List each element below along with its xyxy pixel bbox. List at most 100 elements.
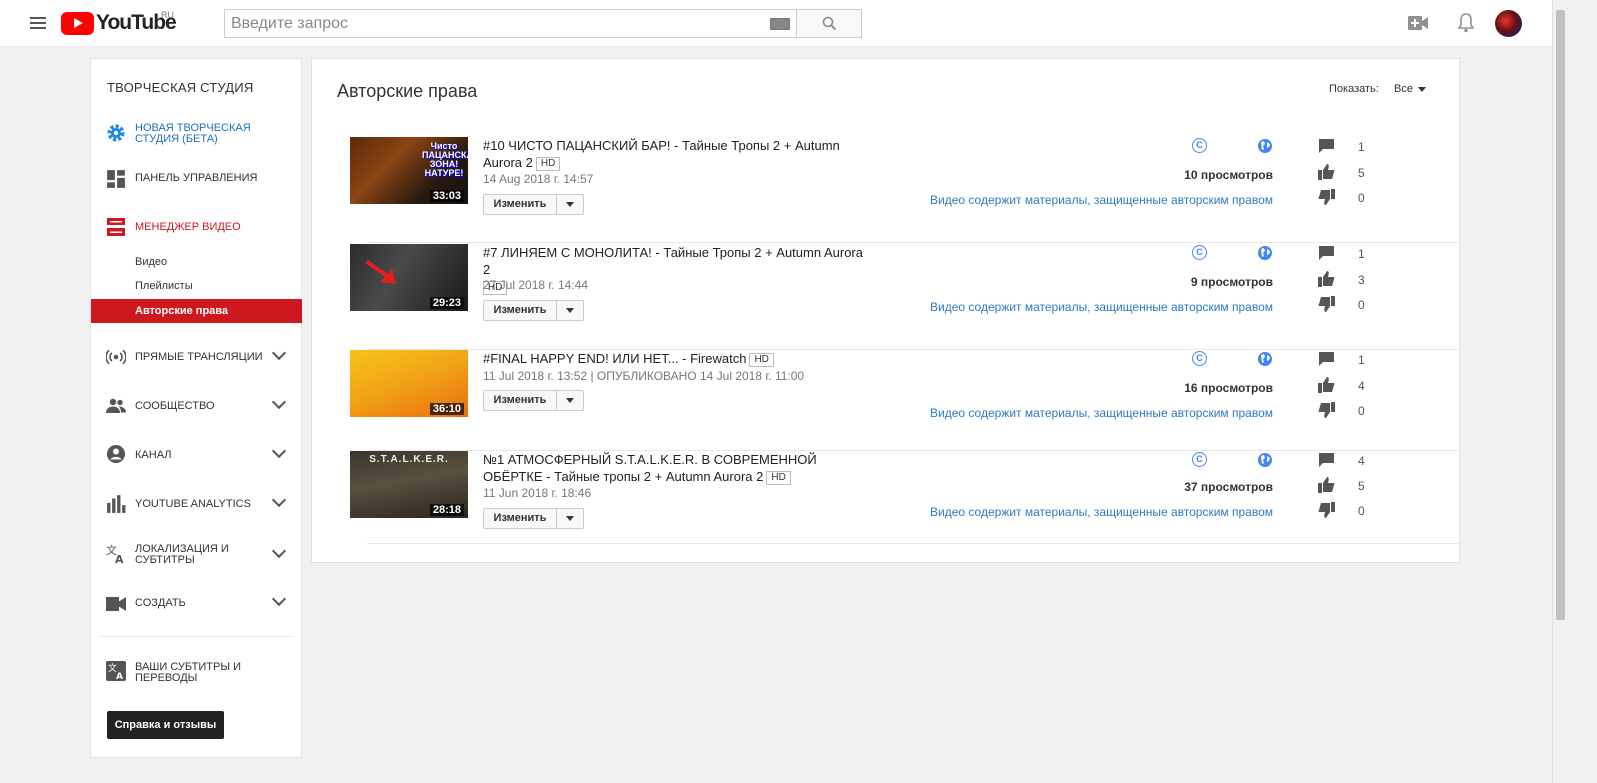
video-title-text: #7 ЛИНЯЕМ С МОНОЛИТА! - Тайные Тропы 2 +… (483, 245, 863, 277)
edit-button[interactable]: Изменить (483, 300, 584, 321)
thumbs-up-icon (1318, 271, 1335, 287)
hd-badge: HD (535, 157, 561, 171)
sidebar-subitem-playlists[interactable]: Плейлисты (135, 280, 193, 292)
edit-button[interactable]: Изменить (483, 390, 584, 411)
sidebar-item-label: СОЗДАТЬ (135, 597, 186, 609)
search-button[interactable] (796, 10, 861, 37)
dislike-count: 0 (1358, 298, 1365, 312)
video-date: 14 Aug 2018 г. 14:57 (483, 172, 594, 186)
sidebar: ТВОРЧЕСКАЯ СТУДИЯ НОВАЯ ТВОРЧЕСКАЯ СТУДИ… (90, 58, 302, 758)
gear-icon (107, 124, 125, 142)
analytics-icon (107, 495, 126, 513)
edit-dropdown-caret[interactable] (557, 391, 583, 410)
scrollbar[interactable] (1552, 0, 1567, 783)
create-icon (106, 597, 126, 611)
thumbnail-caption: S.T.A.L.K.E.R. (369, 454, 449, 465)
live-icon (106, 349, 126, 365)
copyright-icon[interactable]: C (1192, 351, 1207, 366)
video-thumbnail[interactable]: Чисто ПАЦАНСКАЯ ЗОНА! НАТУРЕ! 33:03 (350, 137, 468, 204)
globe-icon[interactable] (1257, 452, 1273, 468)
video-duration: 29:23 (429, 297, 464, 309)
logo-region: RU (161, 10, 174, 20)
sidebar-item-label: КАНАЛ (135, 449, 172, 461)
view-count: 9 просмотров (1190, 275, 1273, 289)
create-video-icon[interactable] (1408, 16, 1428, 30)
thumbs-down-icon (1318, 502, 1335, 518)
video-manager-icon (107, 218, 125, 236)
copyright-claim-link[interactable]: Видео содержит материалы, защищенные авт… (930, 505, 1273, 519)
sidebar-item-label: ЛОКАЛИЗАЦИЯ И СУБТИТРЫ (135, 543, 229, 566)
filter-value: Все (1394, 83, 1413, 95)
svg-text:A: A (115, 553, 124, 564)
copyright-icon[interactable]: C (1192, 452, 1207, 467)
edit-dropdown-caret[interactable] (557, 509, 583, 528)
filter-label: Показать: (1329, 83, 1379, 95)
help-feedback-button[interactable]: Справка и отзывы (107, 711, 224, 739)
copyright-claim-link[interactable]: Видео содержит материалы, защищенные авт… (930, 406, 1273, 420)
hd-badge: HD (749, 353, 774, 367)
video-title[interactable]: №1 АТМОСФЕРНЫЙ S.T.A.L.K.E.R. В СОВРЕМЕН… (483, 451, 873, 485)
copyright-icon[interactable]: C (1192, 245, 1207, 260)
red-arrow-icon (365, 260, 396, 284)
copyright-icon[interactable]: C (1192, 138, 1207, 153)
edit-button-label: Изменить (484, 301, 557, 320)
video-date: 27 Jul 2018 г. 14:44 (483, 278, 588, 292)
sidebar-item-new-studio[interactable]: НОВАЯ ТВОРЧЕСКАЯ СТУДИЯ (БЕТА) (91, 118, 301, 148)
row-divider (367, 543, 1459, 544)
video-duration: 33:03 (429, 190, 464, 202)
keyboard-icon[interactable] (770, 17, 790, 30)
sidebar-item-community[interactable]: СООБЩЕСТВО (91, 394, 301, 415)
dislike-count: 0 (1358, 404, 1365, 418)
video-duration: 36:10 (429, 403, 464, 415)
video-thumbnail[interactable]: 29:23 (350, 244, 468, 311)
view-count: 16 просмотров (1184, 381, 1273, 395)
main-panel: Авторские права Показать: Все Чисто ПАЦА… (311, 58, 1460, 563)
edit-button[interactable]: Изменить (483, 194, 584, 215)
globe-icon[interactable] (1257, 138, 1273, 154)
youtube-logo[interactable]: YouTube RU (61, 10, 177, 35)
video-title[interactable]: #FINAL HAPPY END! ИЛИ НЕТ... - Firewatch… (483, 350, 873, 367)
row-divider (367, 242, 1459, 243)
copyright-claim-link[interactable]: Видео содержит материалы, защищенные авт… (930, 300, 1273, 314)
globe-icon[interactable] (1257, 245, 1273, 261)
translate-icon: 文A (106, 544, 124, 564)
sidebar-item-create[interactable]: СОЗДАТЬ (91, 591, 301, 612)
search-icon (822, 16, 836, 31)
sidebar-item-label: YOUTUBE ANALYTICS (135, 498, 251, 510)
filter-dropdown[interactable]: Все (1394, 83, 1426, 95)
edit-dropdown-caret[interactable] (557, 301, 583, 320)
sidebar-item-your-subtitles[interactable]: 文A ВАШИ СУБТИТРЫ И ПЕРЕВОДЫ (91, 659, 301, 685)
thumbs-up-icon (1318, 477, 1335, 493)
video-title[interactable]: #10 ЧИСТО ПАЦАНСКИЙ БАР! - Тайные Тропы … (483, 137, 873, 171)
sidebar-item-localization[interactable]: 文A ЛОКАЛИЗАЦИЯ И СУБТИТРЫ (91, 541, 301, 567)
sidebar-subitem-videos[interactable]: Видео (135, 256, 167, 268)
bell-icon[interactable] (1458, 13, 1474, 33)
sidebar-item-label: СООБЩЕСТВО (135, 400, 215, 412)
avatar[interactable] (1495, 10, 1522, 37)
sidebar-divider (101, 636, 293, 637)
sidebar-item-dashboard[interactable]: ПАНЕЛЬ УПРАВЛЕНИЯ (91, 167, 301, 188)
sidebar-item-channel[interactable]: КАНАЛ (91, 443, 301, 464)
sidebar-item-video-manager[interactable]: МЕНЕДЖЕР ВИДЕО (91, 216, 301, 236)
globe-icon[interactable] (1257, 351, 1273, 367)
thumbs-up-icon (1318, 377, 1335, 393)
copyright-claim-link[interactable]: Видео содержит материалы, защищенные авт… (930, 193, 1273, 207)
sidebar-item-live[interactable]: ПРЯМЫЕ ТРАНСЛЯЦИИ (91, 345, 301, 366)
comment-count: 1 (1358, 140, 1365, 154)
comment-icon (1319, 352, 1334, 366)
edit-dropdown-caret[interactable] (557, 195, 583, 214)
subtitles-icon: 文A (106, 661, 126, 681)
edit-button[interactable]: Изменить (483, 508, 584, 529)
hamburger-menu-icon[interactable] (30, 15, 46, 31)
comment-icon (1319, 139, 1334, 153)
search-input[interactable] (225, 10, 770, 37)
video-thumbnail[interactable]: S.T.A.L.K.E.R. 28:18 (350, 451, 468, 518)
sidebar-subitem-copyright[interactable]: Авторские права (91, 299, 302, 323)
youtube-play-icon (61, 11, 94, 35)
like-count: 5 (1358, 479, 1365, 493)
sidebar-item-analytics[interactable]: YOUTUBE ANALYTICS (91, 492, 301, 513)
video-thumbnail[interactable]: 36:10 (350, 350, 468, 417)
scrollbar-thumb[interactable] (1556, 10, 1565, 620)
comment-icon (1319, 246, 1334, 260)
video-row: S.T.A.L.K.E.R. 28:18 №1 АТМОСФЕРНЫЙ S.T.… (312, 451, 1459, 544)
